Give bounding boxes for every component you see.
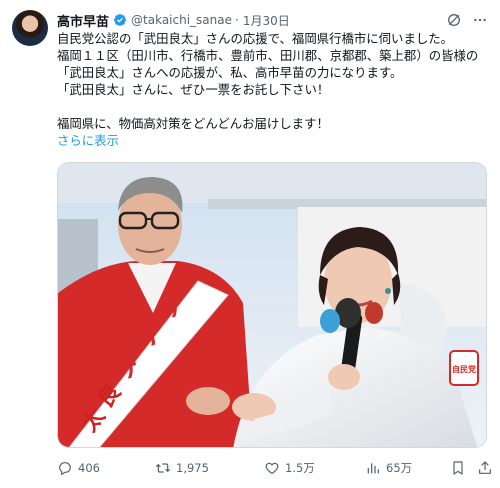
retweet-count: 1,975 (176, 461, 209, 475)
like-count: 1.5万 (285, 461, 315, 475)
reply-icon (57, 460, 73, 476)
tweet-line: 福岡１１区（田川市、行橋市、豊前市、田川郡、京都郡、築上郡）の皆様の (57, 48, 479, 63)
action-bar: 406 1,975 1.5万 65万 (57, 458, 493, 478)
tweet-line-blank (57, 98, 493, 115)
photo-scene: タ ケ ダ 良 太 自民党 (58, 163, 486, 447)
reply-button[interactable]: 406 (57, 460, 100, 476)
sleeve-badge: 自民党 (452, 364, 476, 374)
timestamp[interactable]: 1月30日 (243, 12, 290, 29)
tweet-line: 「武田良太」さんに、ぜひ一票をお託し下さい！ (57, 82, 330, 97)
avatar[interactable] (12, 10, 48, 46)
share-icon (477, 460, 493, 476)
tweet-line: 自民党公認の「武田良太」さんの応援で、福岡県行橋市に伺いました。 (57, 31, 454, 46)
views-button[interactable]: 65万 (365, 460, 412, 476)
share-button[interactable] (477, 460, 493, 476)
separator: · (234, 13, 239, 27)
views-icon (365, 460, 381, 476)
verified-badge-icon (113, 13, 127, 27)
tweet-header: 高市早苗 @takaichi_sanae · 1月30日 (57, 10, 488, 30)
tweet-line: 福岡県に、物価高対策をどんどんお届けします！ (57, 116, 329, 131)
retweet-button[interactable]: 1,975 (155, 460, 209, 476)
bookmark-icon (450, 460, 466, 476)
tweet-line: 「武田良太」さんへの応援が、私、高市早苗の力になります。 (57, 65, 403, 80)
author-handle[interactable]: @takaichi_sanae (131, 13, 232, 27)
views-count: 65万 (386, 461, 413, 475)
author-name[interactable]: 高市早苗 (57, 11, 109, 30)
reply-count: 406 (78, 461, 100, 475)
grok-icon[interactable] (446, 12, 462, 28)
show-more-link[interactable]: さらに表示 (57, 133, 119, 148)
bookmark-button[interactable] (450, 460, 466, 476)
retweet-icon (155, 460, 171, 476)
like-icon (264, 460, 280, 476)
like-button[interactable]: 1.5万 (264, 460, 315, 476)
tweet-photo[interactable]: タ ケ ダ 良 太 自民党 (57, 162, 487, 448)
more-icon[interactable] (472, 12, 488, 28)
tweet-text: 自民党公認の「武田良太」さんの応援で、福岡県行橋市に伺いました。 福岡１１区（田… (57, 30, 493, 149)
